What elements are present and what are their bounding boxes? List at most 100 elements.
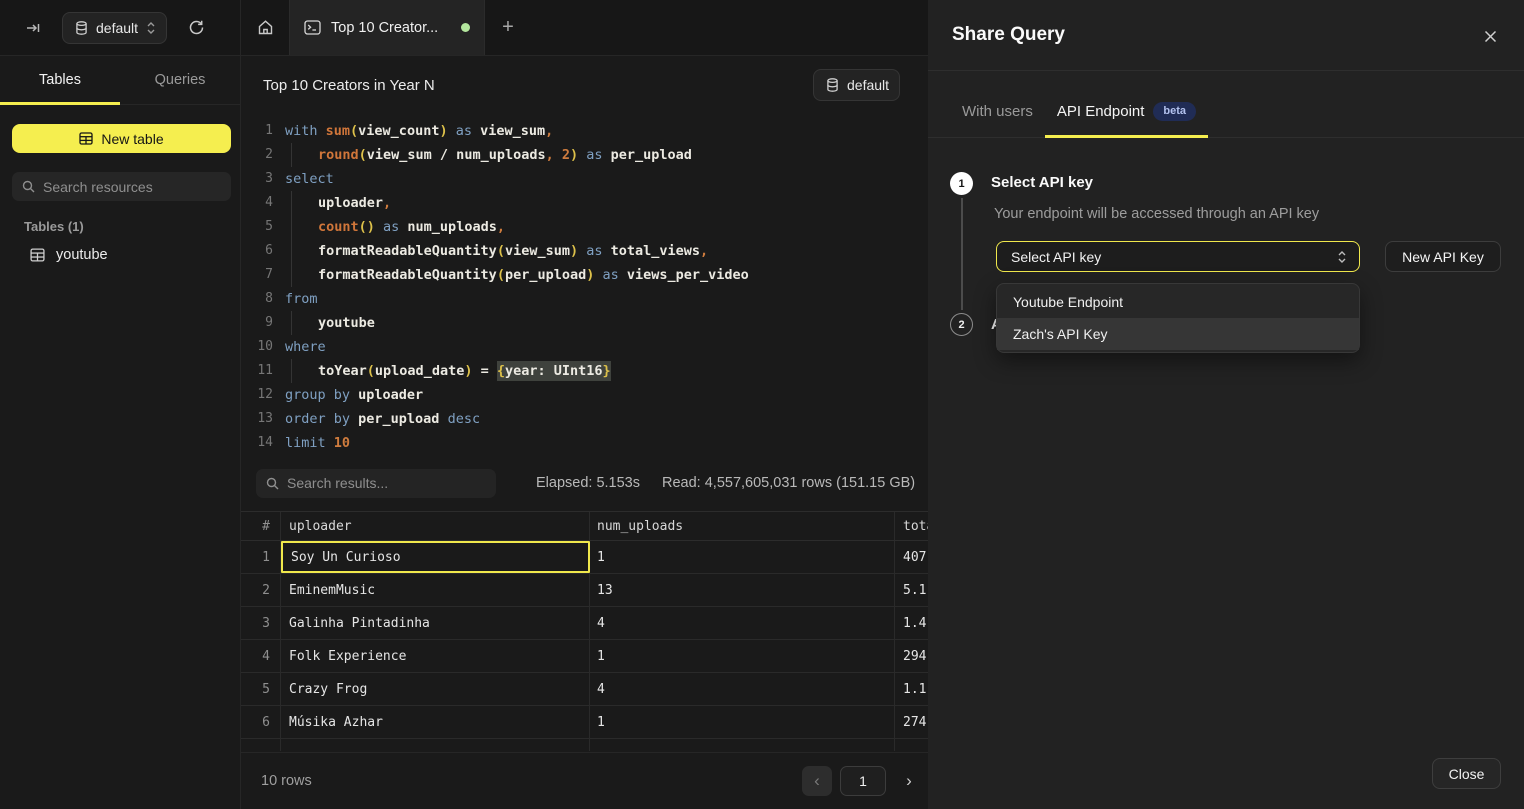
- database-icon: [75, 21, 88, 35]
- sidebar-search[interactable]: [12, 172, 231, 201]
- code-line-content: uploader,: [285, 191, 391, 215]
- tab-api-endpoint[interactable]: API Endpoint beta: [1045, 85, 1208, 137]
- api-key-option[interactable]: Youtube Endpoint: [997, 286, 1359, 318]
- row-index-cell[interactable]: 6: [241, 706, 281, 738]
- column-header-num-uploads[interactable]: num_uploads: [590, 512, 895, 540]
- new-table-button[interactable]: New table: [12, 124, 231, 153]
- code-line-content: count() as num_uploads,: [285, 215, 505, 239]
- step-1-description: Your endpoint will be accessed through a…: [994, 206, 1319, 222]
- sidebar-tab-queries[interactable]: Queries: [120, 56, 240, 104]
- panel-title: Share Query: [928, 24, 1065, 46]
- line-number: 9: [241, 311, 273, 335]
- new-tab-button[interactable]: +: [485, 0, 531, 55]
- query-database-select-value: default: [847, 77, 889, 93]
- pagination: ‹ 1 ›: [802, 766, 924, 796]
- database-select[interactable]: default: [62, 12, 167, 44]
- line-number: 14: [241, 431, 273, 455]
- table-name: youtube: [56, 247, 108, 263]
- sidebar: Tables Queries New table Tables (1) yout…: [0, 56, 241, 809]
- code-line-content: formatReadableQuantity(view_sum) as tota…: [285, 239, 708, 263]
- line-number: 11: [241, 359, 273, 383]
- new-api-key-button[interactable]: New API Key: [1385, 241, 1501, 272]
- prev-page-button[interactable]: ‹: [802, 766, 832, 796]
- row-index-cell[interactable]: 5: [241, 673, 281, 705]
- tab-label: Top 10 Creator...: [331, 20, 451, 36]
- search-icon: [22, 180, 35, 193]
- uploader-cell[interactable]: Folk Experience: [281, 640, 590, 672]
- line-number: 10: [241, 335, 273, 359]
- close-button[interactable]: Close: [1432, 758, 1501, 789]
- row-index-cell[interactable]: 4: [241, 640, 281, 672]
- num-uploads-cell[interactable]: 1: [590, 541, 895, 573]
- code-line-content: round(view_sum / num_uploads, 2) as per_…: [285, 143, 692, 167]
- selected-cell-uploader[interactable]: Soy Un Curioso: [281, 541, 590, 573]
- line-number: 5: [241, 215, 273, 239]
- num-uploads-cell[interactable]: 4: [590, 673, 895, 705]
- line-number: 3: [241, 167, 273, 191]
- tab-top-10-creators[interactable]: Top 10 Creator...: [289, 0, 485, 55]
- code-line-content: with sum(view_count) as view_sum,: [285, 119, 553, 143]
- num-uploads-cell[interactable]: 13: [590, 574, 895, 606]
- line-number: 13: [241, 407, 273, 431]
- chevron-up-down-icon: [1337, 250, 1347, 264]
- console-icon: [304, 20, 321, 35]
- api-key-select[interactable]: Select API key: [996, 241, 1360, 272]
- query-database-select[interactable]: default: [813, 69, 900, 101]
- uploader-cell[interactable]: Galinha Pintadinha: [281, 607, 590, 639]
- line-number: 12: [241, 383, 273, 407]
- collapse-sidebar-button[interactable]: [18, 13, 48, 43]
- column-header-uploader[interactable]: uploader: [281, 512, 590, 540]
- sidebar-tabs: Tables Queries: [0, 56, 240, 105]
- uploader-cell[interactable]: Músika Azhar: [281, 706, 590, 738]
- code-line-content: limit 10: [285, 431, 350, 455]
- tables-section-label: Tables (1): [24, 219, 84, 234]
- table-grid-icon: [79, 132, 93, 145]
- tab-api-endpoint-label: API Endpoint: [1057, 103, 1145, 120]
- step-1-indicator: 1: [950, 172, 973, 195]
- column-header-index[interactable]: #: [241, 512, 281, 540]
- row-index-cell[interactable]: 3: [241, 607, 281, 639]
- api-key-menu: Youtube EndpointZach's API Key: [996, 283, 1360, 353]
- num-uploads-cell[interactable]: 1: [590, 706, 895, 738]
- elapsed-stat: Elapsed: 5.153s: [536, 475, 640, 491]
- num-uploads-cell[interactable]: 1: [590, 640, 895, 672]
- home-button[interactable]: [241, 0, 289, 55]
- panel-header: Share Query: [928, 0, 1524, 71]
- api-key-select-value: Select API key: [1011, 249, 1337, 265]
- uploader-cell[interactable]: Crazy Frog: [281, 673, 590, 705]
- line-number: 7: [241, 263, 273, 287]
- row-index-cell[interactable]: 2: [241, 574, 281, 606]
- code-line-content: group by uploader: [285, 383, 423, 407]
- sidebar-item-youtube[interactable]: youtube: [12, 240, 231, 270]
- tab-with-users[interactable]: With users: [950, 85, 1045, 137]
- new-table-label: New table: [101, 131, 163, 147]
- sidebar-search-input[interactable]: [43, 179, 221, 195]
- uploader-cell[interactable]: EminemMusic: [281, 574, 590, 606]
- current-page-button[interactable]: 1: [840, 766, 886, 796]
- refresh-icon: [188, 19, 205, 36]
- line-number: 4: [241, 191, 273, 215]
- arrow-to-bar-icon: [25, 20, 41, 36]
- line-number: 6: [241, 239, 273, 263]
- num-uploads-cell[interactable]: 4: [590, 607, 895, 639]
- code-line-content: from: [285, 287, 318, 311]
- results-search-input[interactable]: [287, 475, 486, 491]
- database-icon: [826, 78, 839, 92]
- step-connector-line: [961, 198, 963, 310]
- query-title: Top 10 Creators in Year N: [241, 77, 435, 94]
- line-number: 8: [241, 287, 273, 311]
- next-page-button[interactable]: ›: [894, 766, 924, 796]
- api-key-option[interactable]: Zach's API Key: [997, 318, 1359, 350]
- close-icon: [1483, 29, 1498, 44]
- refresh-button[interactable]: [181, 13, 211, 43]
- topbar-left: default: [0, 0, 241, 55]
- code-line-content: toYear(upload_date) = {year: UInt16}: [285, 359, 611, 383]
- row-index-cell[interactable]: 1: [241, 541, 281, 573]
- code-line-content: select: [285, 167, 334, 191]
- step-2-indicator: 2: [950, 313, 973, 336]
- close-panel-button[interactable]: [1480, 26, 1500, 46]
- step-1-title: Select API key: [991, 174, 1093, 191]
- results-search[interactable]: [256, 469, 496, 498]
- unsaved-changes-dot: [461, 23, 470, 32]
- sidebar-tab-tables[interactable]: Tables: [0, 56, 120, 104]
